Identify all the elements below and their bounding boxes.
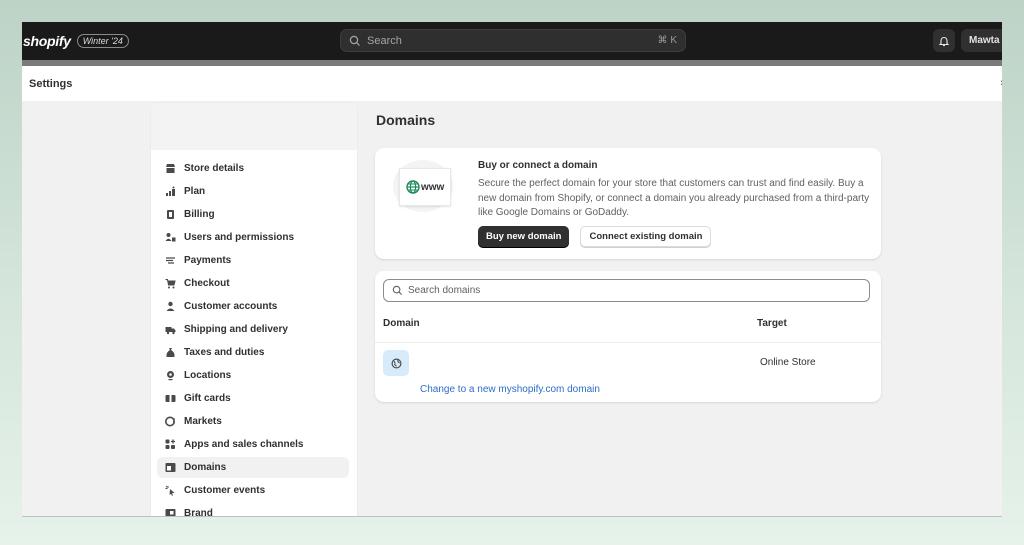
sidebar-item-label: Customer events <box>184 485 266 496</box>
sidebar-item-label: Locations <box>184 370 232 381</box>
sidebar-item-label: Domains <box>184 462 227 473</box>
promo-content: Buy or connect a domain Secure the perfe… <box>478 160 873 247</box>
sidebar-item-plan[interactable]: Plan <box>157 181 349 202</box>
sidebar-item-label: Customer accounts <box>184 301 278 312</box>
sidebar-item-users-and-permissions[interactable]: Users and permissions <box>157 227 349 248</box>
sidebar-item-label: Plan <box>184 186 206 197</box>
buy-connect-domain-card: www Buy or connect a domain Secure the p… <box>375 148 881 259</box>
truck-icon <box>165 324 176 335</box>
sidebar-item-billing[interactable]: Billing <box>157 204 349 225</box>
sidebar-item-checkout[interactable]: Checkout <box>157 273 349 294</box>
sidebar-store-header <box>151 103 357 150</box>
user-menu-button[interactable]: Mawta <box>961 29 1002 52</box>
domain-icon-box <box>383 350 409 376</box>
cursor-click-icon <box>165 485 176 496</box>
location-icon <box>165 370 176 381</box>
search-domains-placeholder: Search domains <box>408 285 481 296</box>
sidebar-item-taxes-and-duties[interactable]: Taxes and duties <box>157 342 349 363</box>
sidebar-item-label: Markets <box>184 416 222 427</box>
person-icon <box>165 301 176 312</box>
apps-icon <box>165 439 176 450</box>
domains-icon <box>165 462 176 473</box>
sidebar-item-label: Payments <box>184 255 232 266</box>
search-shortcut: ⌘ K <box>657 35 677 46</box>
sidebar-item-label: Checkout <box>184 278 230 289</box>
sidebar-item-label: Billing <box>184 209 215 220</box>
top-bar: shopify Winter '24 Search ⌘ K Mawta <box>22 22 1002 60</box>
shopify-logo[interactable]: shopify <box>23 33 71 49</box>
search-domains-input[interactable]: Search domains <box>383 279 870 302</box>
bell-icon <box>938 36 950 46</box>
sidebar-item-locations[interactable]: Locations <box>157 365 349 386</box>
sidebar-item-payments[interactable]: Payments <box>157 250 349 271</box>
column-header-domain[interactable]: Domain <box>383 318 420 329</box>
payments-icon <box>165 255 176 266</box>
notifications-button[interactable] <box>933 29 955 52</box>
store-icon <box>165 163 176 174</box>
promo-title: Buy or connect a domain <box>478 160 598 171</box>
sidebar-item-label: Apps and sales channels <box>184 439 304 450</box>
globe-icon <box>391 358 401 368</box>
plan-icon <box>165 186 176 197</box>
global-search[interactable]: Search ⌘ K <box>340 29 686 52</box>
app-window: shopify Winter '24 Search ⌘ K Mawta Sett… <box>22 22 1002 517</box>
edition-badge[interactable]: Winter '24 <box>76 34 129 48</box>
sidebar-item-label: Gift cards <box>184 393 231 404</box>
sidebar-item-apps-and-sales-channels[interactable]: Apps and sales channels <box>157 434 349 455</box>
promo-actions: Buy new domain Connect existing domain <box>478 225 873 247</box>
www-illustration: www <box>399 168 451 206</box>
sidebar-item-shipping-and-delivery[interactable]: Shipping and delivery <box>157 319 349 340</box>
users-icon <box>165 232 176 243</box>
settings-nav: Store details Plan Billing Users and permis… <box>151 150 357 517</box>
globe-markets-icon <box>165 416 176 427</box>
connect-existing-domain-button[interactable]: Connect existing domain <box>580 225 712 247</box>
sidebar-item-gift-cards[interactable]: Gift cards <box>157 388 349 409</box>
globe-icon <box>406 180 420 194</box>
sidebar-item-customer-events[interactable]: Customer events <box>157 480 349 501</box>
sidebar-item-brand[interactable]: Brand <box>157 503 349 517</box>
table-divider <box>375 342 881 343</box>
column-header-target[interactable]: Target <box>757 318 787 329</box>
settings-title: Settings <box>29 77 73 90</box>
sidebar-item-label: Store details <box>184 163 245 174</box>
money-bag-icon <box>165 347 176 358</box>
brand-icon <box>165 508 176 516</box>
settings-sidebar: Store details Plan Billing Users and permis… <box>150 102 358 517</box>
sidebar-item-store-details[interactable]: Store details <box>157 158 349 179</box>
promo-description: Secure the perfect domain for your store… <box>478 178 870 218</box>
billing-icon <box>165 209 176 220</box>
search-placeholder: Search <box>367 34 402 47</box>
sidebar-item-customer-accounts[interactable]: Customer accounts <box>157 296 349 317</box>
target-value: Online Store <box>760 357 816 368</box>
page-title: Domains <box>376 112 436 128</box>
change-myshopify-domain-link[interactable]: Change to a new myshopify.com domain <box>420 384 600 395</box>
sidebar-item-label: Brand <box>184 508 213 517</box>
main-content: Domains www Buy or connect a domain Secu… <box>375 102 881 402</box>
sidebar-item-label: Shipping and delivery <box>184 324 288 335</box>
search-icon <box>392 285 403 296</box>
cart-icon <box>165 278 176 289</box>
sidebar-item-label: Taxes and duties <box>184 347 265 358</box>
settings-header: Settings › <box>22 66 1002 101</box>
sidebar-item-markets[interactable]: Markets <box>157 411 349 432</box>
buy-new-domain-button[interactable]: Buy new domain <box>478 225 570 247</box>
search-icon <box>349 35 360 46</box>
gift-card-icon <box>165 393 176 404</box>
www-text: www <box>421 181 445 193</box>
domains-list-card: Search domains Domain Target Online Stor… <box>375 271 881 402</box>
close-settings-icon[interactable]: › <box>1000 77 1002 89</box>
sidebar-item-label: Users and permissions <box>184 232 295 243</box>
sidebar-item-domains[interactable]: Domains <box>157 457 349 478</box>
